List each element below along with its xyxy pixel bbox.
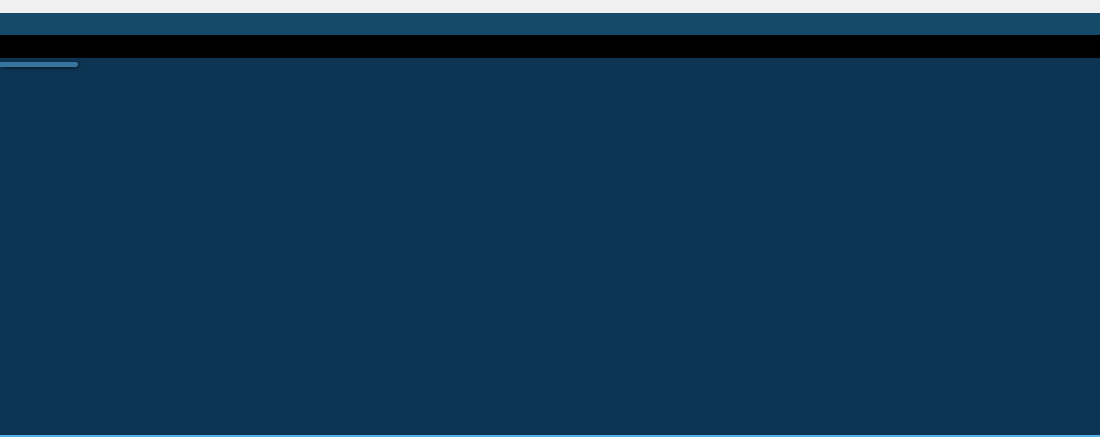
sample-editor-window [0, 0, 1100, 437]
info-line [0, 35, 1100, 58]
menu-bar [0, 0, 1100, 13]
inspector-sidebar [0, 62, 78, 67]
editor-toolbar [0, 13, 1100, 35]
waveform-editor[interactable] [0, 58, 1100, 437]
